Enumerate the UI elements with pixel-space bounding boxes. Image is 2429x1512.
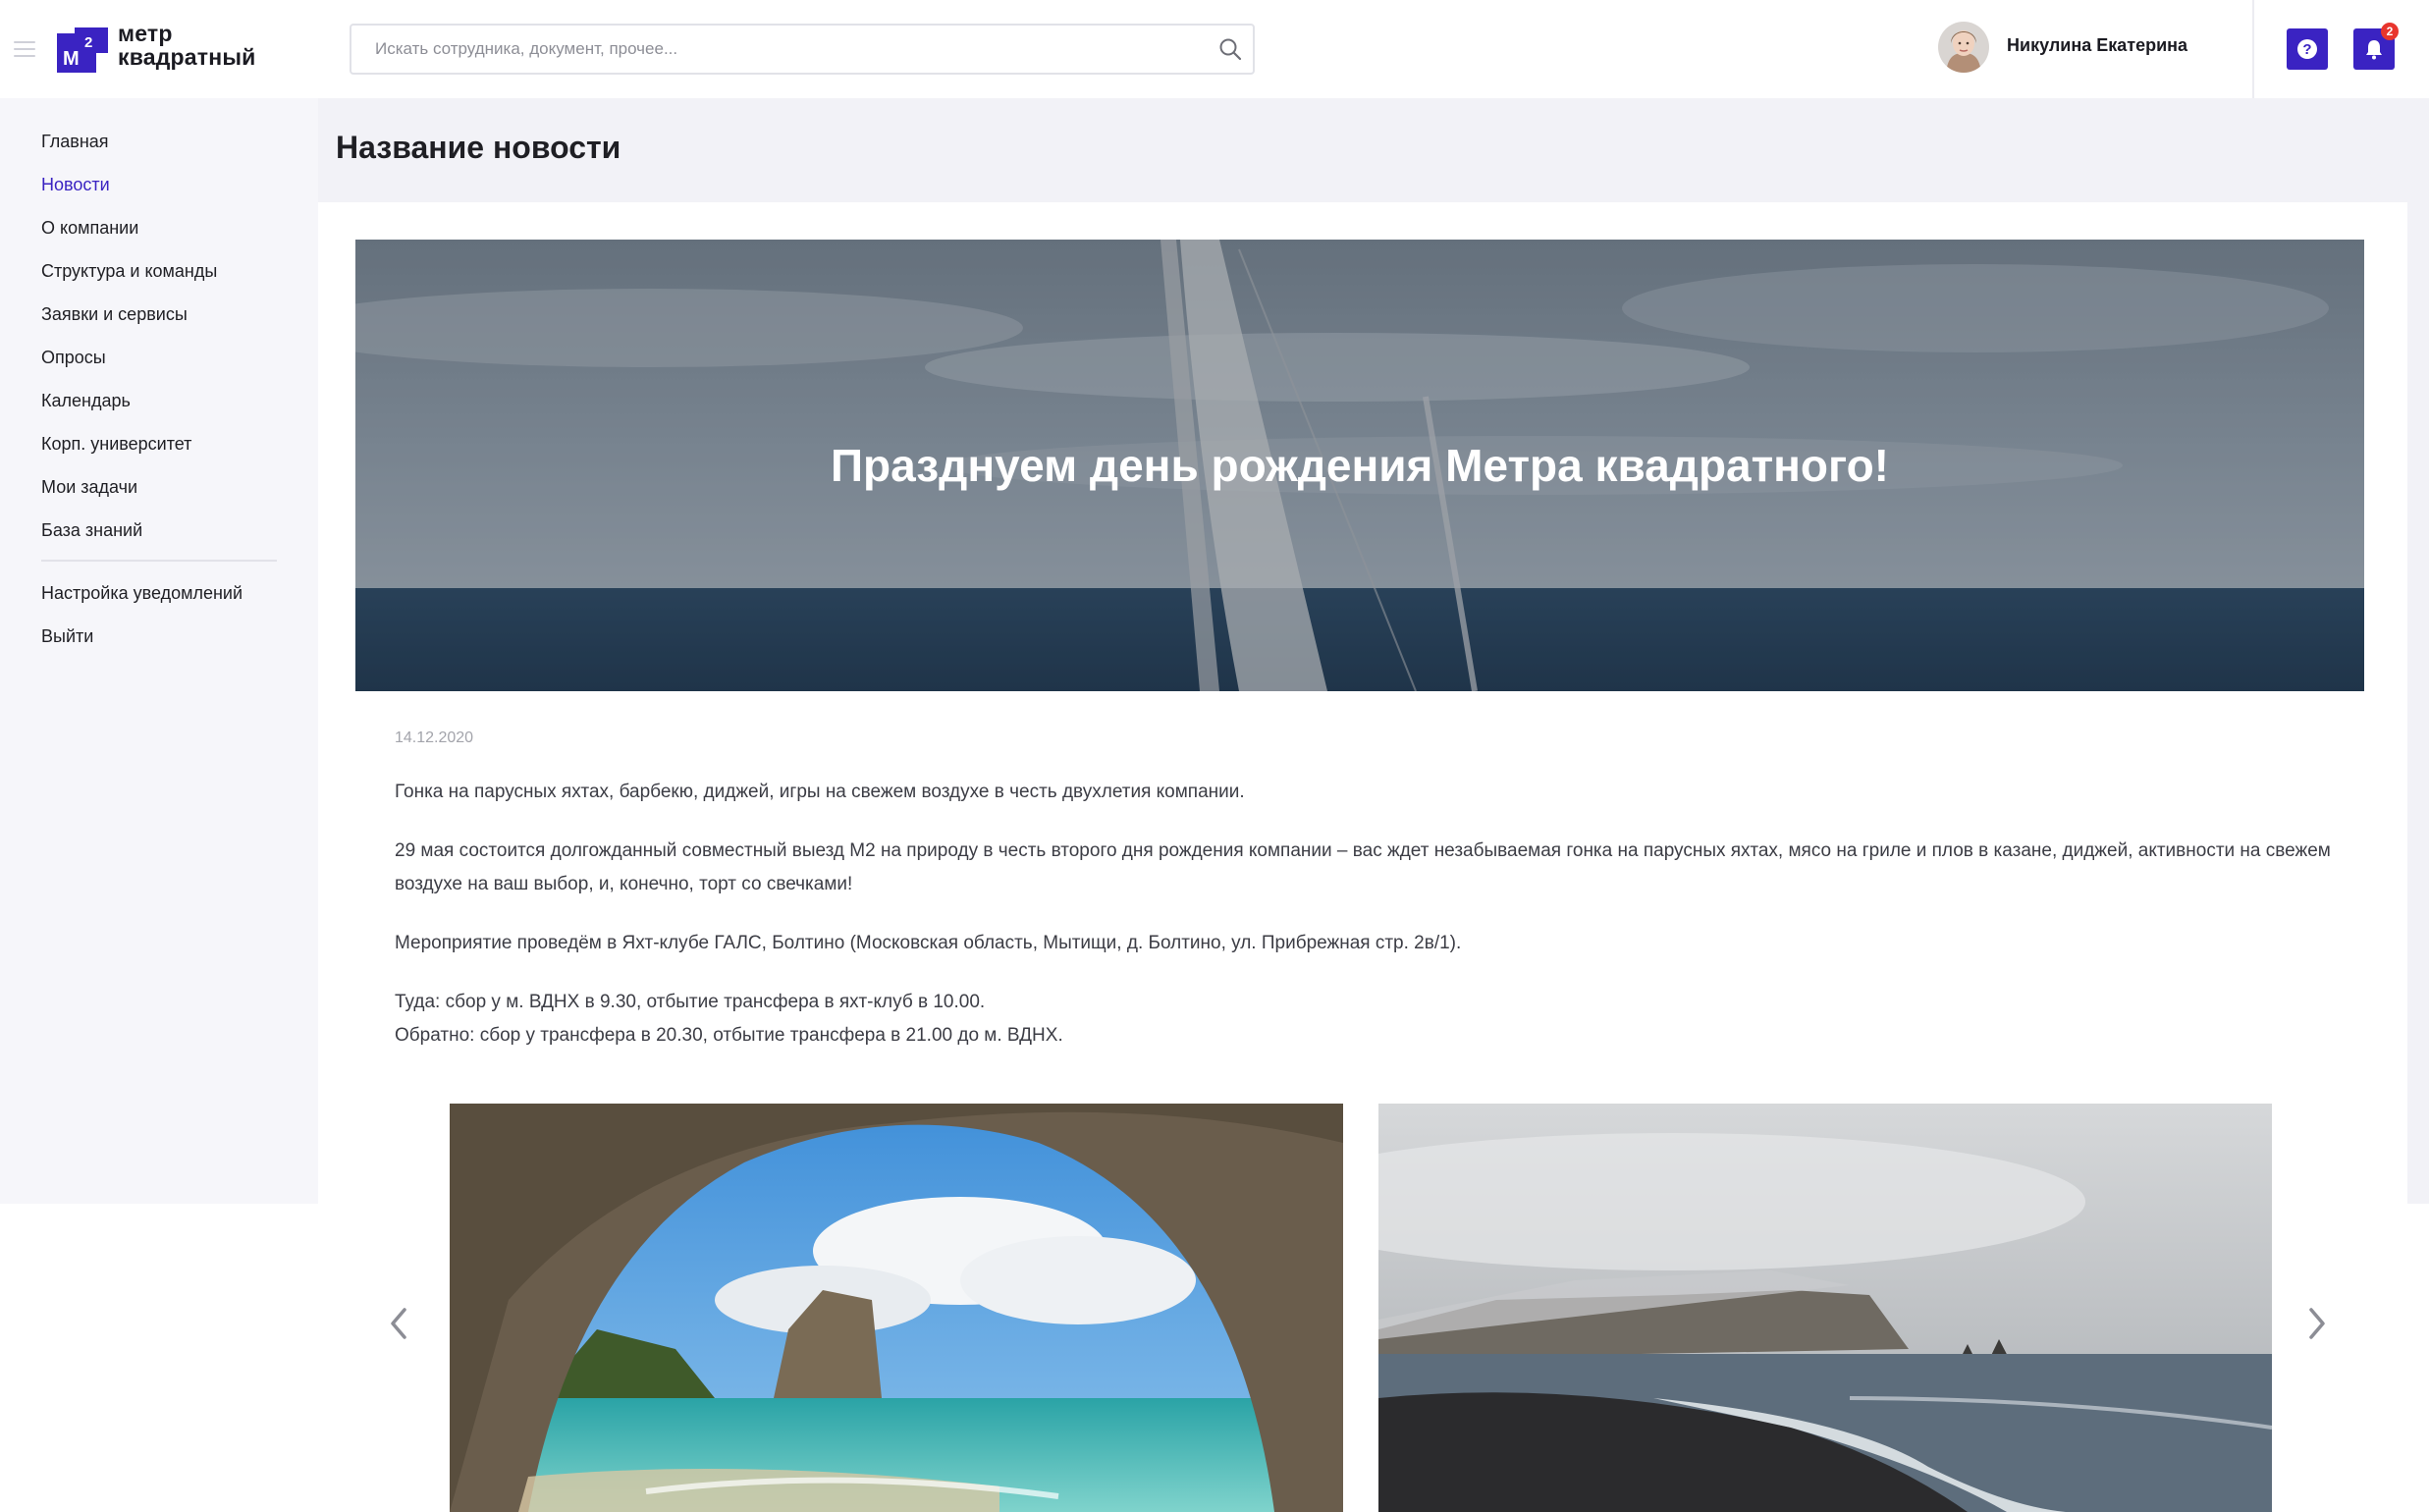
sidebar-item-polls[interactable]: Опросы bbox=[41, 336, 277, 379]
bell-icon bbox=[2366, 40, 2382, 60]
sidebar-item-requests[interactable]: Заявки и сервисы bbox=[41, 293, 277, 336]
sidebar-item-about[interactable]: О компании bbox=[41, 206, 277, 249]
sidebar-item-structure[interactable]: Структура и команды bbox=[41, 249, 277, 293]
sidebar-item-home[interactable]: Главная bbox=[41, 120, 277, 163]
header-divider bbox=[2252, 0, 2254, 98]
logo-mark-sup: 2 bbox=[84, 34, 92, 51]
news-body: Гонка на парусных яхтах, барбекю, диджей… bbox=[395, 776, 2339, 1078]
logo-text[interactable]: метр квадратный bbox=[118, 22, 256, 69]
sidebar-divider bbox=[41, 560, 277, 562]
news-date: 14.12.2020 bbox=[395, 729, 474, 746]
sidebar-item-university[interactable]: Корп. университет bbox=[41, 422, 277, 465]
logo-icon[interactable]: M 2 bbox=[57, 27, 108, 73]
notifications-badge: 2 bbox=[2381, 23, 2399, 40]
menu-icon[interactable] bbox=[14, 41, 35, 57]
avatar[interactable] bbox=[1938, 22, 1989, 73]
user-name[interactable]: Никулина Екатерина bbox=[2007, 35, 2187, 56]
news-schedule: Туда: сбор у м. ВДНХ в 9.30, отбытие тра… bbox=[395, 986, 2339, 1053]
help-symbol: ? bbox=[2302, 41, 2311, 58]
schedule-there: Туда: сбор у м. ВДНХ в 9.30, отбытие тра… bbox=[395, 992, 986, 1012]
search-icon[interactable] bbox=[1217, 36, 1243, 62]
sidebar: Главная Новости О компании Структура и к… bbox=[0, 98, 318, 1204]
chevron-right-icon[interactable] bbox=[2303, 1302, 2331, 1345]
news-paragraph: Гонка на парусных яхтах, барбекю, диджей… bbox=[395, 782, 1245, 802]
page-title: Название новости bbox=[336, 130, 621, 165]
gallery-photo-coast[interactable] bbox=[1378, 1104, 2272, 1512]
sidebar-item-news[interactable]: Новости bbox=[41, 163, 277, 206]
news-card: Празднуем день рождения Метра квадратног… bbox=[318, 202, 2407, 1512]
gallery-photo-cave[interactable] bbox=[450, 1104, 1343, 1512]
sidebar-item-knowledge[interactable]: База знаний bbox=[41, 509, 277, 552]
hero-title: Празднуем день рождения Метра квадратног… bbox=[830, 440, 1890, 491]
sidebar-item-notification-settings[interactable]: Настройка уведомлений bbox=[41, 571, 277, 615]
schedule-back: Обратно: сбор у трансфера в 20.30, отбыт… bbox=[395, 1025, 1063, 1046]
logo-line-2: квадратный bbox=[118, 44, 256, 70]
help-icon: ? bbox=[2297, 39, 2317, 59]
sidebar-item-tasks[interactable]: Мои задачи bbox=[41, 465, 277, 509]
help-button[interactable]: ? bbox=[2287, 28, 2328, 70]
sidebar-nav: Главная Новости О компании Структура и к… bbox=[41, 120, 277, 658]
news-paragraph: 29 мая состоится долгожданный совместный… bbox=[395, 840, 2331, 894]
search-input[interactable] bbox=[375, 26, 1180, 73]
logo-mark-letter: M bbox=[63, 48, 80, 70]
news-paragraph: Мероприятие проведём в Яхт-клубе ГАЛС, Б… bbox=[395, 933, 1462, 953]
sidebar-item-logout[interactable]: Выйти bbox=[41, 615, 277, 658]
chevron-left-icon[interactable] bbox=[385, 1302, 412, 1345]
notifications-button[interactable]: 2 bbox=[2353, 23, 2399, 70]
top-header: M 2 метр квадратный Никулина Екатерина ? bbox=[0, 0, 2429, 98]
search-box bbox=[350, 24, 1255, 75]
logo-line-1: метр bbox=[118, 21, 173, 46]
sidebar-item-calendar[interactable]: Календарь bbox=[41, 379, 277, 422]
hero-banner: Празднуем день рождения Метра квадратног… bbox=[355, 240, 2364, 691]
